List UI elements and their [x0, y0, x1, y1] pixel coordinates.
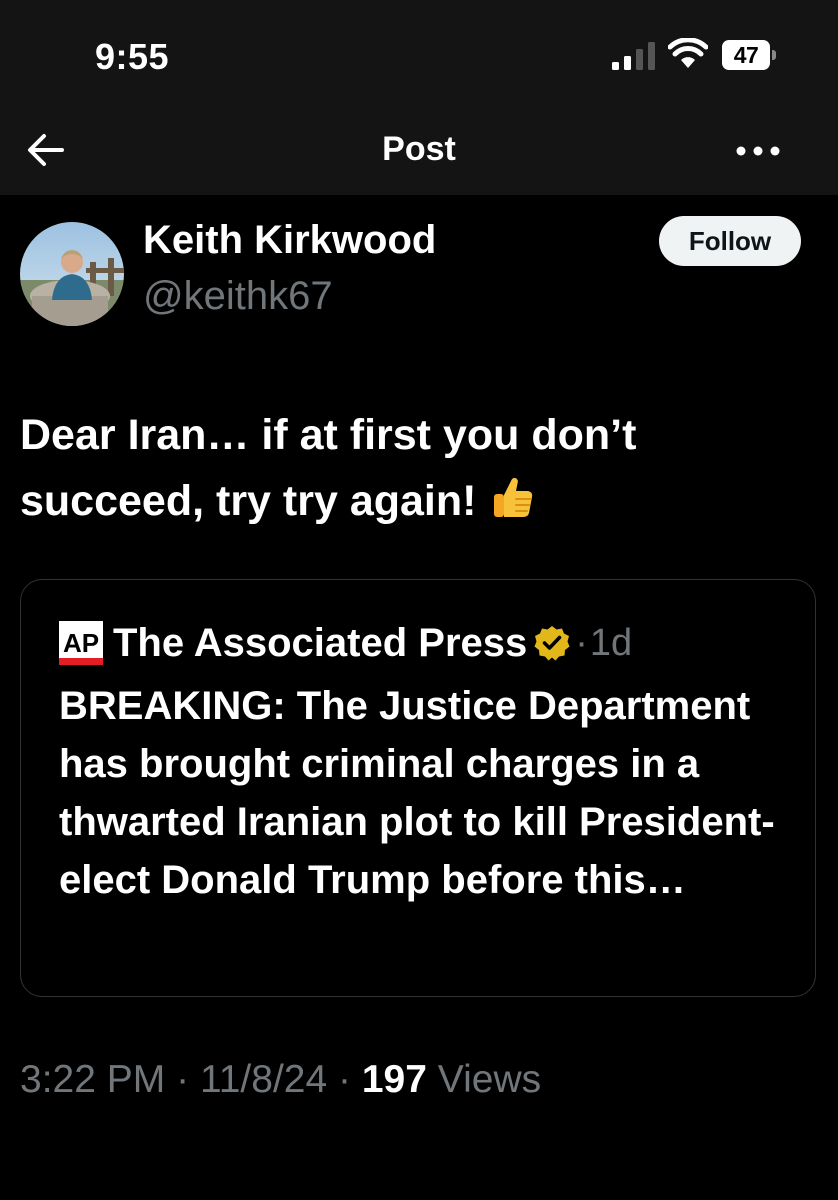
- status-bar: 9:55 47: [0, 0, 838, 110]
- verified-gold-badge-icon: [534, 626, 570, 661]
- views-label[interactable]: Views: [438, 1058, 541, 1101]
- quote-time: 1d: [589, 621, 633, 664]
- nav-header: Post: [0, 110, 838, 195]
- svg-text:AP: AP: [63, 628, 99, 658]
- signal-icon: [612, 42, 655, 70]
- post-text: Dear Iran… if at first you don’t succeed…: [20, 402, 810, 534]
- ap-logo: AP: [59, 621, 103, 665]
- post-meta: 3:22 PM · 11/8/24 · 197 Views: [20, 1058, 541, 1102]
- page-title: Post: [382, 130, 456, 168]
- quote-text: BREAKING: The Justice Department has bro…: [59, 684, 775, 902]
- post-time: 3:22 PM: [20, 1058, 166, 1101]
- meta-separator: ·: [176, 1058, 190, 1101]
- quote-header: AP The Associated Press · 1d: [59, 618, 632, 668]
- avatar[interactable]: [20, 222, 124, 326]
- battery-level: 47: [733, 41, 759, 68]
- battery-icon: 47: [722, 40, 776, 70]
- quote-author-name: The Associated Press: [113, 620, 528, 665]
- quoted-post-card[interactable]: AP The Associated Press · 1d BREAKING: T…: [20, 579, 816, 997]
- post-text-content: Dear Iran… if at first you don’t succeed…: [20, 411, 637, 525]
- author-name[interactable]: Keith Kirkwood: [143, 218, 436, 263]
- wifi-icon: [668, 38, 708, 68]
- thumbs-up-emoji: [494, 477, 533, 517]
- author-handle[interactable]: @keithk67: [143, 274, 333, 319]
- meta-separator: ·: [338, 1058, 352, 1101]
- quote-separator: ·: [575, 621, 588, 664]
- status-time: 9:55: [95, 36, 170, 77]
- post-date: 11/8/24: [199, 1058, 328, 1101]
- views-count: 197: [361, 1058, 427, 1101]
- follow-button[interactable]: Follow: [659, 216, 801, 266]
- more-options-icon[interactable]: [735, 145, 781, 157]
